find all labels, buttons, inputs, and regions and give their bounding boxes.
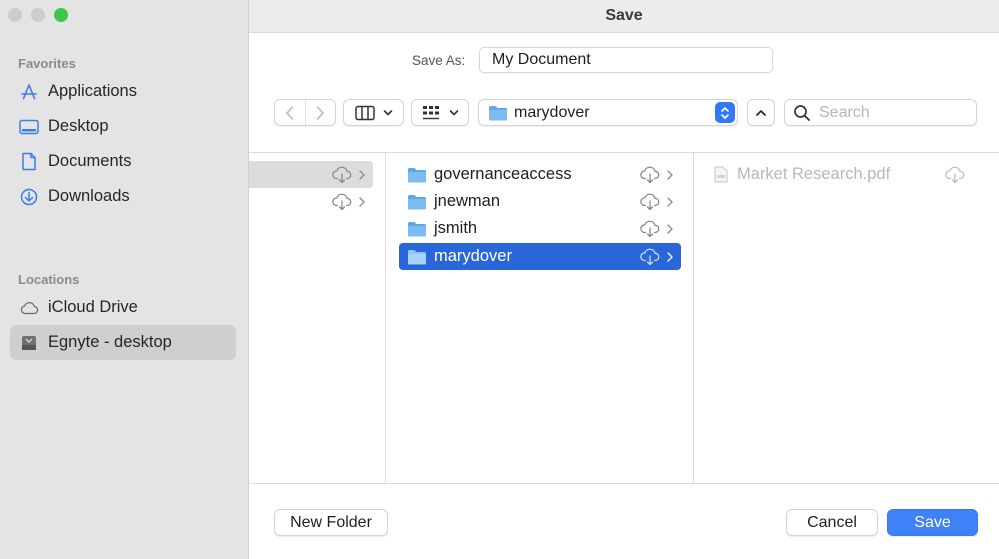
back-button[interactable] <box>275 100 305 125</box>
view-mode-button[interactable] <box>343 99 404 126</box>
maximize-window-button[interactable] <box>54 8 68 22</box>
chevron-right-icon <box>316 105 325 120</box>
file-row-market-research: Market Research.pdf <box>714 161 976 188</box>
folder-row-jsmith[interactable]: jsmith <box>399 215 681 242</box>
chevron-right-icon <box>357 169 367 180</box>
sidebar-item-downloads[interactable]: Downloads <box>10 179 236 214</box>
window-controls <box>8 8 68 22</box>
column-1 <box>249 153 386 483</box>
cloud-download-icon <box>639 193 661 211</box>
sidebar-item-label: Downloads <box>48 187 130 205</box>
sidebar-item-label: iCloud Drive <box>48 298 138 316</box>
chevron-down-icon <box>449 109 459 115</box>
drive-icon <box>19 333 39 353</box>
folder-name: marydover <box>434 247 512 265</box>
save-as-field[interactable] <box>479 47 773 73</box>
sidebar-item-egnyte-desktop[interactable]: Egnyte - desktop <box>10 325 236 360</box>
columns-view-icon <box>354 105 375 120</box>
window-title: Save <box>249 0 999 33</box>
cloud-download-icon <box>639 166 661 184</box>
sidebar-item-icloud-drive[interactable]: iCloud Drive <box>10 290 236 325</box>
list-item[interactable] <box>249 161 373 188</box>
location-label: marydover <box>514 103 590 121</box>
downloads-icon <box>19 187 39 207</box>
cloud-download-icon <box>331 193 353 211</box>
chevron-right-icon <box>665 196 675 207</box>
chevron-up-icon <box>756 109 766 116</box>
chevron-left-icon <box>285 105 294 120</box>
pdf-file-icon <box>714 166 728 183</box>
chevron-down-icon <box>383 109 392 115</box>
grid-icon <box>423 105 439 119</box>
column-2: governanceaccess jnewman jsmith marydove… <box>386 153 694 483</box>
locations-section-title: Locations <box>18 272 80 287</box>
folder-icon <box>407 167 427 183</box>
up-down-chevron-icon <box>721 106 729 119</box>
folder-icon <box>407 194 427 210</box>
column-3: Market Research.pdf <box>694 153 999 483</box>
search-field[interactable] <box>784 99 977 126</box>
list-item[interactable] <box>249 188 373 215</box>
minimize-window-button[interactable] <box>31 8 45 22</box>
desktop-icon <box>19 117 39 137</box>
favorites-section-title: Favorites <box>18 56 76 71</box>
save-as-label: Save As: <box>412 53 466 68</box>
folder-name: jsmith <box>434 219 478 237</box>
new-folder-button[interactable]: New Folder <box>274 509 388 536</box>
folder-icon <box>407 249 427 265</box>
location-popup[interactable]: marydover <box>478 99 738 126</box>
sidebar-item-applications[interactable]: Applications <box>10 74 236 109</box>
file-name: Market Research.pdf <box>737 165 891 183</box>
sidebar-item-documents[interactable]: Documents <box>10 144 236 179</box>
navigation-buttons <box>274 99 336 126</box>
sidebar-item-desktop[interactable]: Desktop <box>10 109 236 144</box>
folder-row-marydover[interactable]: marydover <box>399 243 681 270</box>
cloud-icon <box>19 298 39 318</box>
close-window-button[interactable] <box>8 8 22 22</box>
sidebar-item-label: Desktop <box>48 117 109 135</box>
search-input[interactable] <box>819 103 969 122</box>
document-icon <box>19 152 39 172</box>
cloud-download-icon <box>331 166 353 184</box>
chevron-right-icon <box>665 223 675 234</box>
applications-icon <box>19 82 39 102</box>
column-browser: governanceaccess jnewman jsmith marydove… <box>249 152 999 484</box>
sidebar-item-label: Documents <box>48 152 132 170</box>
cloud-download-icon <box>639 220 661 238</box>
cloud-download-icon <box>944 166 966 184</box>
folder-row-governanceaccess[interactable]: governanceaccess <box>399 161 681 188</box>
chevron-right-icon <box>665 251 675 262</box>
forward-button[interactable] <box>304 100 336 125</box>
sidebar-item-label: Egnyte - desktop <box>48 333 172 351</box>
folder-icon <box>488 105 508 121</box>
collapse-button[interactable] <box>747 99 775 126</box>
save-button[interactable]: Save <box>887 509 978 536</box>
chevron-right-icon <box>357 196 367 207</box>
location-stepper[interactable] <box>715 102 735 123</box>
cloud-download-icon <box>639 248 661 266</box>
group-by-button[interactable] <box>411 99 469 126</box>
folder-icon <box>407 221 427 237</box>
folder-name: jnewman <box>434 192 501 210</box>
folder-name: governanceaccess <box>434 165 572 183</box>
sidebar-item-label: Applications <box>48 82 137 100</box>
search-icon <box>794 104 810 121</box>
chevron-right-icon <box>665 169 675 180</box>
folder-row-jnewman[interactable]: jnewman <box>399 188 681 215</box>
sidebar: Favorites Applications Desktop Documents… <box>0 0 249 559</box>
cancel-button[interactable]: Cancel <box>786 509 878 536</box>
